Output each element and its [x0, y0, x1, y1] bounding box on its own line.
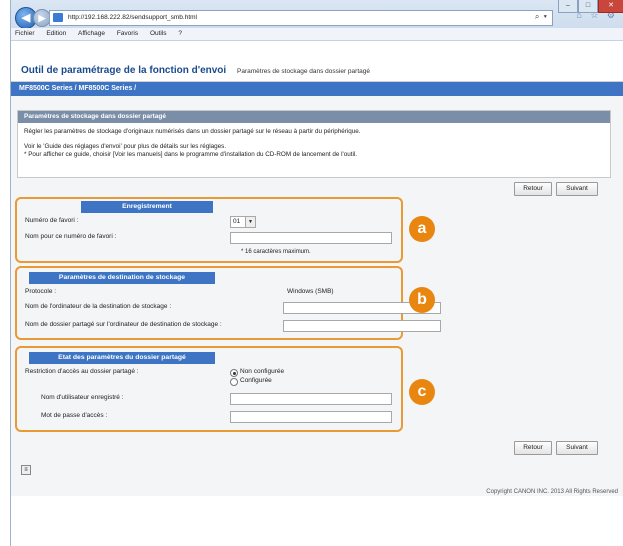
registration-heading: Enregistrement: [81, 201, 213, 213]
password-label: Mot de passe d'accès :: [41, 412, 108, 419]
next-button-top[interactable]: Suivant: [556, 182, 598, 196]
menu-bar: Fichier Edition Affichage Favoris Outils…: [11, 28, 623, 41]
menu-item-fichier[interactable]: Fichier: [15, 30, 35, 37]
password-input[interactable]: [230, 411, 392, 423]
app-header: Outil de paramétrage de la fonction d'en…: [11, 41, 623, 82]
menu-item-edition[interactable]: Edition: [46, 30, 66, 37]
option-non-configured-label: Non configurée: [240, 368, 285, 375]
fav-name-input[interactable]: [230, 232, 392, 244]
info-guide-note: Voir le 'Guide des réglages d'envoi' pou…: [24, 143, 227, 150]
radio-configured[interactable]: [230, 378, 238, 386]
callout-badge-a: a: [409, 216, 435, 242]
menu-item-favoris[interactable]: Favoris: [117, 30, 138, 37]
fav-number-label: Numéro de favori :: [25, 217, 79, 224]
username-label: Nom d'utilisateur enregistré :: [41, 394, 124, 401]
copyright-text: Copyright CANON INC. 2013 All Rights Res…: [486, 489, 618, 495]
menu-item-affichage[interactable]: Affichage: [78, 30, 105, 37]
username-input[interactable]: [230, 393, 392, 405]
forward-arrow-icon: ▶: [38, 13, 46, 23]
minimize-icon[interactable]: –: [558, 0, 578, 13]
window-controls: – □ ✕: [558, 0, 623, 14]
protocol-value: Windows (SMB): [287, 288, 334, 295]
next-button-bottom[interactable]: Suivant: [556, 441, 598, 455]
info-manual-note: * Pour afficher ce guide, choisir [Voir …: [24, 151, 358, 158]
menu-item-help[interactable]: ?: [178, 30, 182, 37]
breadcrumb: MF8500C Series / MF8500C Series /: [11, 82, 623, 96]
address-bar[interactable]: http://192.168.222.82/sendsupport_smb.ht…: [49, 10, 553, 26]
radio-non-configured[interactable]: [230, 369, 238, 377]
main-content: Paramètres de stockage dans dossier part…: [11, 96, 623, 496]
protocol-label: Protocole :: [25, 288, 57, 295]
shared-status-heading: Etat des paramètres du dossier partagé: [29, 352, 215, 364]
web-page: Outil de paramétrage de la fonction d'en…: [11, 41, 623, 546]
info-heading: Paramètres de stockage dans dossier part…: [18, 111, 610, 123]
expand-icon[interactable]: ≡: [21, 465, 31, 475]
chevron-down-icon: ▼: [245, 217, 255, 227]
fav-name-label: Nom pour ce numéro de favori :: [25, 233, 117, 240]
callout-badge-c: c: [409, 379, 435, 405]
maximize-icon[interactable]: □: [578, 0, 598, 13]
shared-folder-input[interactable]: [283, 320, 441, 332]
close-icon[interactable]: ✕: [598, 0, 623, 13]
restriction-label: Restriction d'accès au dossier partagé :: [25, 368, 139, 375]
info-description: Régler les paramètres de stockage d'orig…: [24, 128, 361, 135]
page-title: Outil de paramétrage de la fonction d'en…: [21, 65, 227, 76]
page-subtitle: Paramètres de stockage dans dossier part…: [237, 68, 370, 75]
option-configured-label: Configurée: [240, 377, 272, 384]
back-button-top[interactable]: Retour: [514, 182, 552, 196]
browser-window: ◀ ▶ http://192.168.222.82/sendsupport_sm…: [10, 0, 623, 546]
fav-number-select[interactable]: 01 ▼: [230, 216, 256, 228]
address-tools-icon[interactable]: ⌕ ▾: [535, 12, 548, 22]
shared-folder-label: Nom de dossier partagé sur l'ordinateur …: [25, 321, 222, 328]
page-icon: [53, 13, 63, 22]
back-button-bottom[interactable]: Retour: [514, 441, 552, 455]
menu-item-outils[interactable]: Outils: [150, 30, 167, 37]
info-panel: Paramètres de stockage dans dossier part…: [17, 110, 611, 178]
url-text[interactable]: http://192.168.222.82/sendsupport_smb.ht…: [68, 14, 197, 21]
callout-badge-b: b: [409, 287, 435, 313]
computer-name-label: Nom de l'ordinateur de la destination de…: [25, 303, 172, 310]
breadcrumb-text: MF8500C Series / MF8500C Series /: [19, 85, 137, 92]
fav-number-value: 01: [233, 218, 241, 225]
destination-heading: Paramètres de destination de stockage: [29, 272, 215, 284]
title-bar: ◀ ▶ http://192.168.222.82/sendsupport_sm…: [11, 0, 623, 41]
fav-name-note: * 16 caractères maximum.: [241, 249, 311, 255]
